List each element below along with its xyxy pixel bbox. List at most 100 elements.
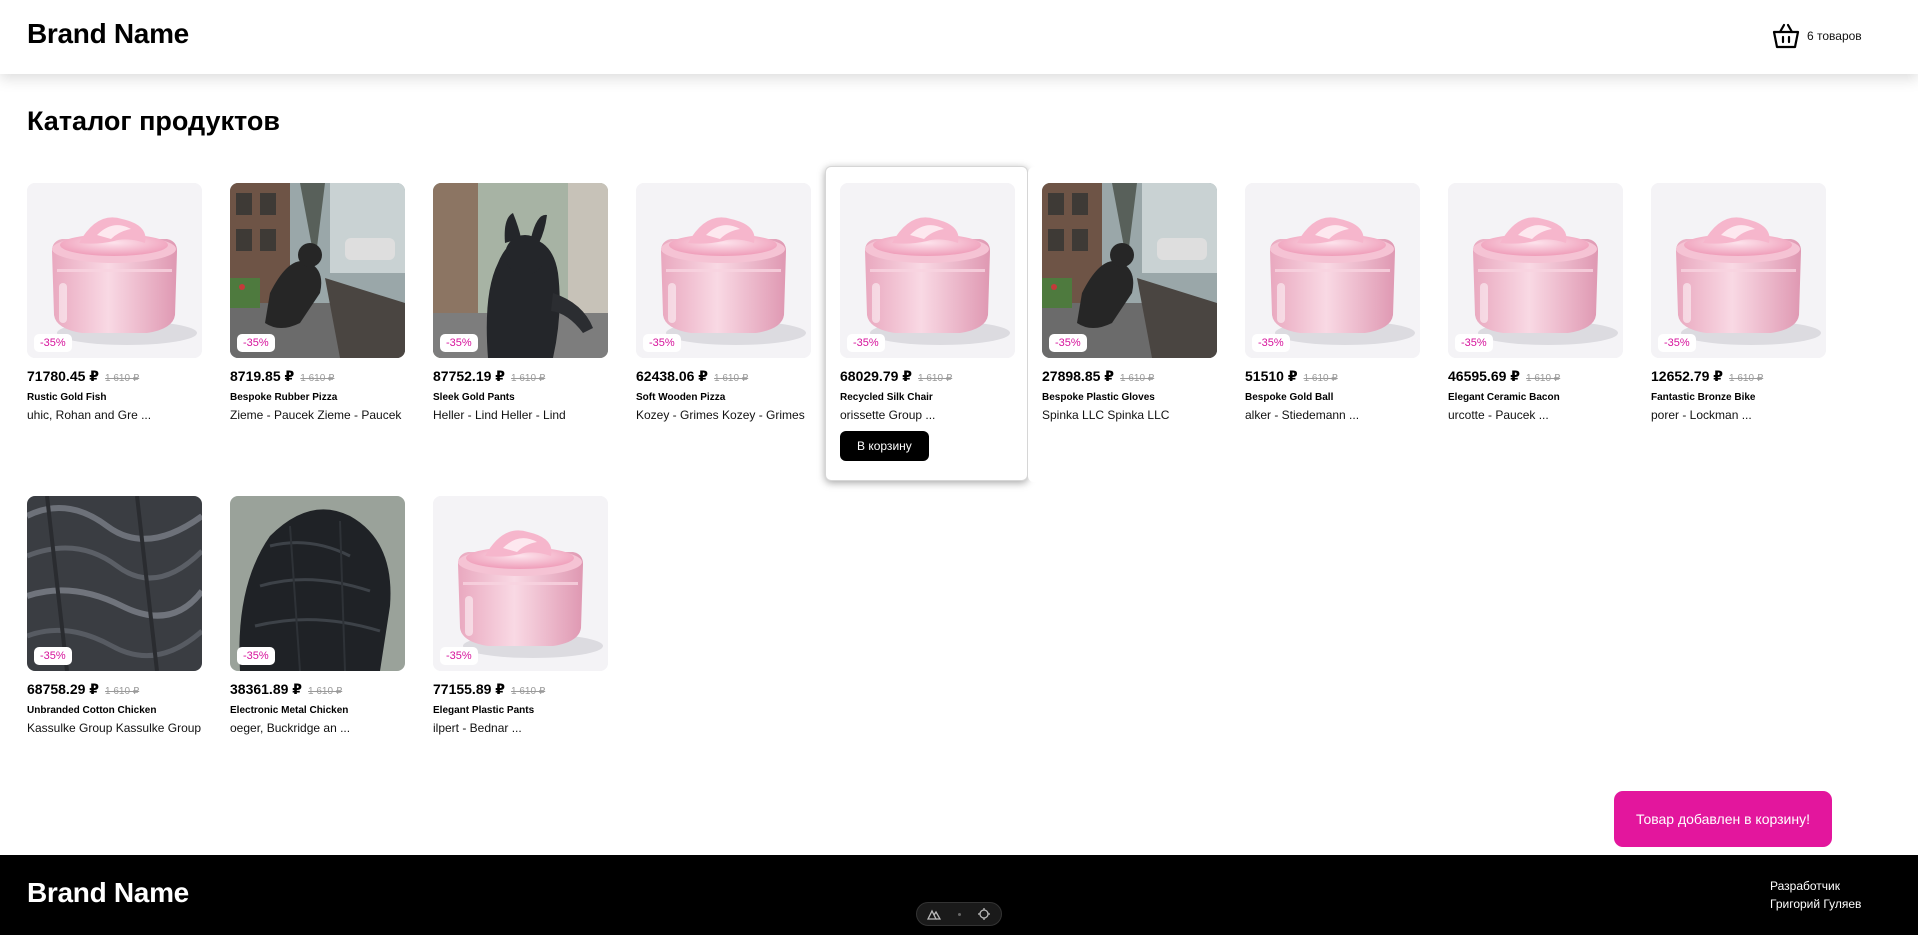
product-vendor: uhic, Rohan and Gre ... — [27, 408, 152, 422]
product-price: 51510 ₽ — [1245, 368, 1298, 384]
product-vendor: orissette Group ... — [840, 408, 936, 422]
product-image[interactable]: -35% — [27, 183, 202, 358]
product-image[interactable]: -35% — [230, 496, 405, 671]
toast-notification: Товар добавлен в корзину! — [1614, 791, 1832, 847]
old-price: 1 610 ₽ — [308, 686, 343, 697]
product-image[interactable]: -35% — [1448, 183, 1623, 358]
product-vendor: Zieme - Paucek Zieme - Paucek — [230, 408, 402, 422]
product-card[interactable]: -35% 38361.89 ₽ 1 610 ₽ Electronic Metal… — [216, 480, 419, 795]
product-name[interactable]: Elegant Ceramic Bacon — [1448, 392, 1623, 403]
footer-brand[interactable]: Brand Name — [27, 877, 189, 909]
product-price: 27898.85 ₽ — [1042, 368, 1115, 384]
product-vendor: Kozey - Grimes Kozey - Grimes — [636, 408, 805, 422]
discount-badge: -35% — [34, 647, 72, 665]
product-name[interactable]: Bespoke Rubber Pizza — [230, 392, 405, 403]
product-image[interactable]: -35% — [1651, 183, 1826, 358]
product-image[interactable]: -35% — [433, 496, 608, 671]
product-name[interactable]: Soft Wooden Pizza — [636, 392, 811, 403]
product-name[interactable]: Rustic Gold Fish — [27, 392, 202, 403]
product-card[interactable]: -35% 8719.85 ₽ 1 610 ₽ Bespoke Rubber Pi… — [216, 167, 419, 482]
price-row: 62438.06 ₽ 1 610 ₽ — [636, 368, 811, 385]
product-image[interactable]: -35% — [1042, 183, 1217, 358]
product-card[interactable]: -35% 46595.69 ₽ 1 610 ₽ Elegant Ceramic … — [1434, 167, 1637, 482]
price-row: 71780.45 ₽ 1 610 ₽ — [27, 368, 202, 385]
product-price: 62438.06 ₽ — [636, 368, 709, 384]
product-card[interactable]: -35% 51510 ₽ 1 610 ₽ Bespoke Gold Ball a… — [1231, 167, 1434, 482]
discount-badge: -35% — [1455, 334, 1493, 352]
price-row: 27898.85 ₽ 1 610 ₽ — [1042, 368, 1217, 385]
product-name[interactable]: Elegant Plastic Pants — [433, 705, 608, 716]
product-image[interactable]: -35% — [433, 183, 608, 358]
price-row: 38361.89 ₽ 1 610 ₽ — [230, 681, 405, 698]
old-price: 1 610 ₽ — [1120, 373, 1155, 384]
old-price: 1 610 ₽ — [511, 373, 546, 384]
basket-icon — [1771, 21, 1801, 51]
price-row: 12652.79 ₽ 1 610 ₽ — [1651, 368, 1826, 385]
product-price: 87752.19 ₽ — [433, 368, 506, 384]
cart-button[interactable]: 6 товаров — [1771, 20, 1862, 52]
product-name[interactable]: Bespoke Plastic Gloves — [1042, 392, 1217, 403]
discount-badge: -35% — [440, 334, 478, 352]
price-row: 8719.85 ₽ 1 610 ₽ — [230, 368, 405, 385]
add-to-cart-button[interactable]: В корзину — [840, 431, 929, 461]
product-name[interactable]: Bespoke Gold Ball — [1245, 392, 1420, 403]
product-image[interactable]: -35% — [27, 496, 202, 671]
product-image[interactable]: -35% — [840, 183, 1015, 358]
old-price: 1 610 ₽ — [1729, 373, 1764, 384]
product-price: 71780.45 ₽ — [27, 368, 100, 384]
brand-logo[interactable]: Brand Name — [27, 18, 189, 50]
old-price: 1 610 ₽ — [1526, 373, 1561, 384]
price-row: 87752.19 ₽ 1 610 ₽ — [433, 368, 608, 385]
product-vendor: Spinka LLC Spinka LLC — [1042, 408, 1170, 422]
product-card[interactable]: -35% 87752.19 ₽ 1 610 ₽ Sleek Gold Pants… — [419, 167, 622, 482]
product-vendor: alker - Stiedemann ... — [1245, 408, 1360, 422]
old-price: 1 610 ₽ — [714, 373, 749, 384]
product-vendor: Kassulke Group Kassulke Group — [27, 721, 202, 735]
dev-toolbar[interactable] — [916, 902, 1002, 926]
discount-badge: -35% — [237, 334, 275, 352]
product-image[interactable]: -35% — [230, 183, 405, 358]
product-price: 38361.89 ₽ — [230, 681, 303, 697]
price-row: 77155.89 ₽ 1 610 ₽ — [433, 681, 608, 698]
product-card[interactable]: -35% 77155.89 ₽ 1 610 ₽ Elegant Plastic … — [419, 480, 622, 795]
product-image[interactable]: -35% — [636, 183, 811, 358]
product-card[interactable]: -35% 27898.85 ₽ 1 610 ₽ Bespoke Plastic … — [1028, 167, 1231, 482]
product-price: 68029.79 ₽ — [840, 368, 913, 384]
product-card[interactable]: -35% 68758.29 ₽ 1 610 ₽ Unbranded Cotton… — [13, 480, 216, 795]
discount-badge: -35% — [847, 334, 885, 352]
price-row: 46595.69 ₽ 1 610 ₽ — [1448, 368, 1623, 385]
product-name[interactable]: Sleek Gold Pants — [433, 392, 608, 403]
discount-badge: -35% — [1252, 334, 1290, 352]
discount-badge: -35% — [440, 647, 478, 665]
old-price: 1 610 ₽ — [105, 686, 140, 697]
old-price: 1 610 ₽ — [918, 373, 953, 384]
site-header: Brand Name 6 товаров — [0, 0, 1918, 74]
product-image[interactable]: -35% — [1245, 183, 1420, 358]
developer-label: Разработчик — [1770, 879, 1840, 893]
price-row: 68029.79 ₽ 1 610 ₽ — [840, 368, 1013, 385]
product-vendor: urcotte - Paucek ... — [1448, 408, 1549, 422]
product-card[interactable]: -35% 12652.79 ₽ 1 610 ₽ Fantastic Bronze… — [1637, 167, 1840, 482]
product-card[interactable]: -35% 62438.06 ₽ 1 610 ₽ Soft Wooden Pizz… — [622, 167, 825, 482]
product-vendor: ilpert - Bednar ... — [433, 721, 522, 735]
product-price: 68758.29 ₽ — [27, 681, 100, 697]
product-vendor: oeger, Buckridge an ... — [230, 721, 351, 735]
old-price: 1 610 ₽ — [300, 373, 335, 384]
target-icon[interactable] — [977, 907, 991, 921]
product-name[interactable]: Unbranded Cotton Chicken — [27, 705, 202, 716]
product-card[interactable]: -35% 68029.79 ₽ 1 610 ₽ Recycled Silk Ch… — [825, 166, 1028, 481]
discount-badge: -35% — [1049, 334, 1087, 352]
product-name[interactable]: Electronic Metal Chicken — [230, 705, 405, 716]
page-title: Каталог продуктов — [27, 106, 280, 136]
separator-dot — [957, 912, 961, 916]
discount-badge: -35% — [34, 334, 72, 352]
developer-credit: Разработчик Григорий Гуляев — [1770, 877, 1861, 913]
cart-count: 6 товаров — [1807, 29, 1862, 43]
price-row: 68758.29 ₽ 1 610 ₽ — [27, 681, 202, 698]
product-card[interactable]: -35% 71780.45 ₽ 1 610 ₽ Rustic Gold Fish… — [13, 167, 216, 482]
product-name[interactable]: Recycled Silk Chair — [840, 392, 1013, 403]
product-vendor: porer - Lockman ... — [1651, 408, 1752, 422]
mountain-icon[interactable] — [927, 907, 941, 921]
product-name[interactable]: Fantastic Bronze Bike — [1651, 392, 1826, 403]
discount-badge: -35% — [237, 647, 275, 665]
